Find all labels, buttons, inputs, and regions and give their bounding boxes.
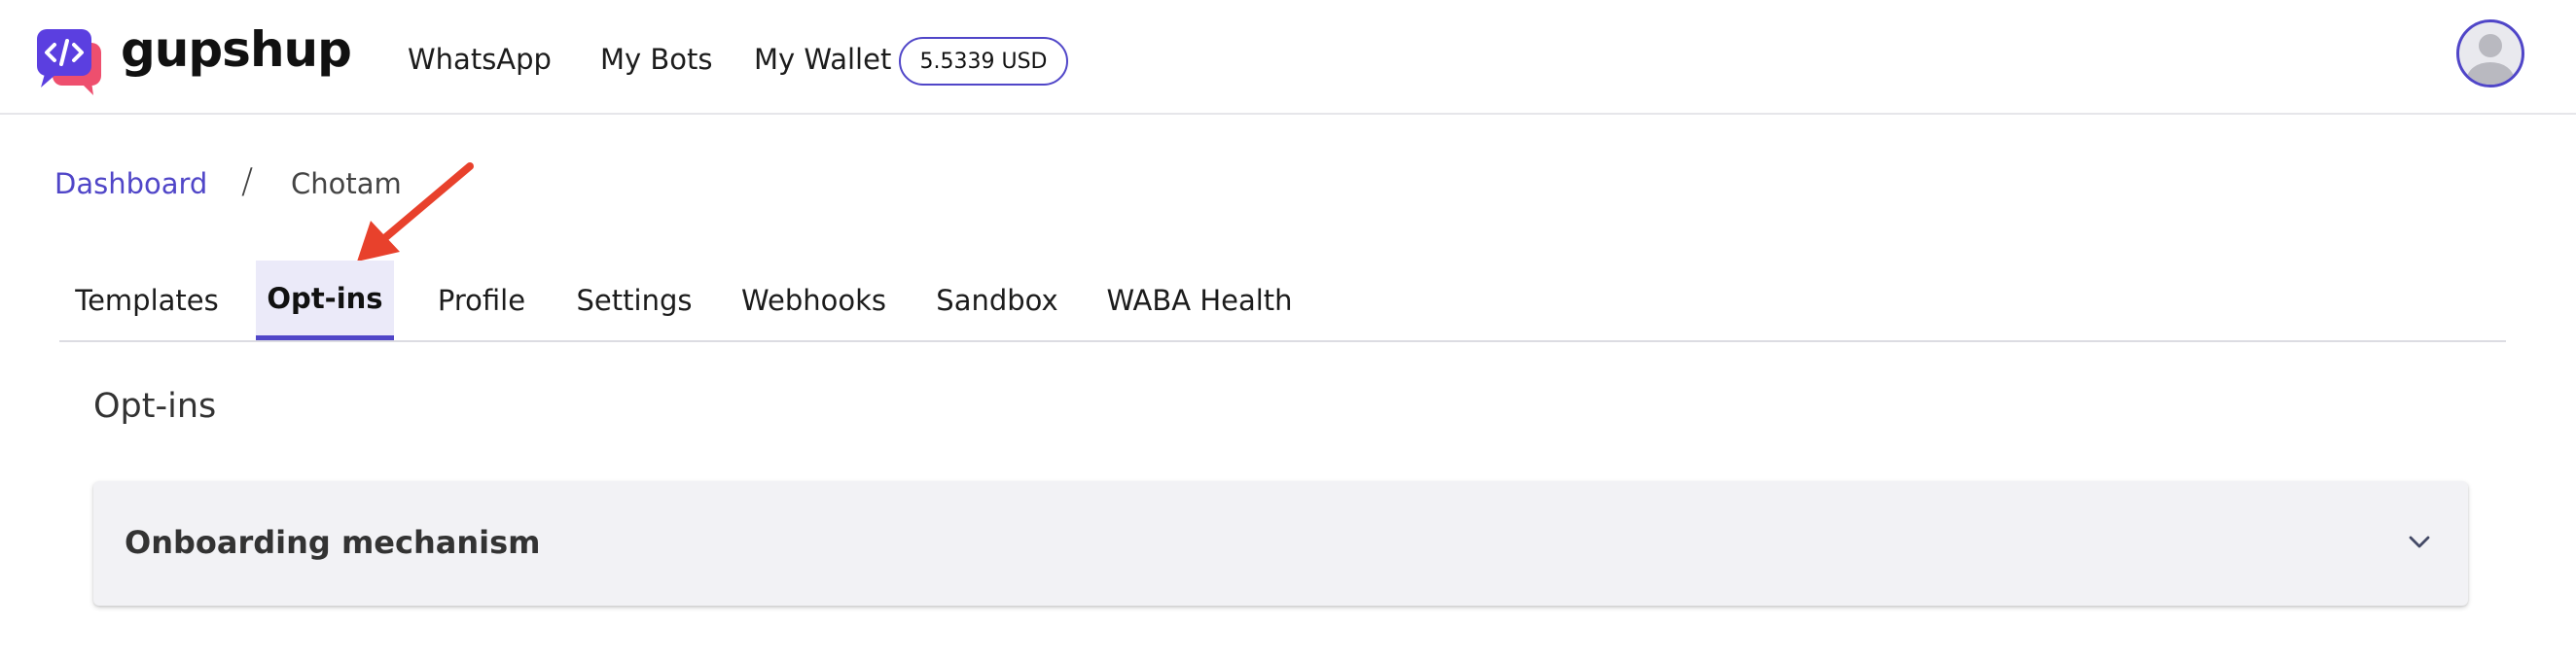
tab-bar: Templates Opt-ins Profile Settings Webho… [59, 261, 2506, 342]
tab-waba-health[interactable]: WABA Health [1076, 261, 1323, 340]
tab-sandbox[interactable]: Sandbox [904, 261, 1091, 340]
accordion-title: Onboarding mechanism [125, 524, 541, 561]
nav-my-bots[interactable]: My Bots [600, 43, 713, 76]
page-title: Opt-ins [93, 387, 217, 426]
wallet-balance-badge: 5.5339 USD [899, 37, 1068, 86]
code-chat-icon[interactable] [33, 27, 111, 97]
breadcrumb-separator: / [241, 161, 254, 201]
tab-settings[interactable]: Settings [555, 261, 713, 340]
chevron-down-icon[interactable] [2406, 528, 2433, 555]
breadcrumb-dashboard-link[interactable]: Dashboard [54, 167, 207, 200]
tab-webhooks[interactable]: Webhooks [714, 261, 913, 340]
brand-name[interactable]: gupshup [121, 21, 352, 78]
nav-my-wallet[interactable]: My Wallet [754, 43, 891, 76]
tab-templates[interactable]: Templates [59, 261, 234, 340]
top-header: gupshup WhatsApp My Bots My Wallet 5.533… [0, 0, 2576, 115]
annotation-arrow-icon [357, 162, 474, 262]
user-avatar-icon[interactable] [2456, 19, 2524, 87]
onboarding-mechanism-accordion[interactable]: Onboarding mechanism [93, 481, 2468, 606]
tab-profile[interactable]: Profile [419, 261, 544, 340]
tab-opt-ins[interactable]: Opt-ins [256, 261, 394, 340]
nav-whatsapp[interactable]: WhatsApp [408, 43, 552, 76]
